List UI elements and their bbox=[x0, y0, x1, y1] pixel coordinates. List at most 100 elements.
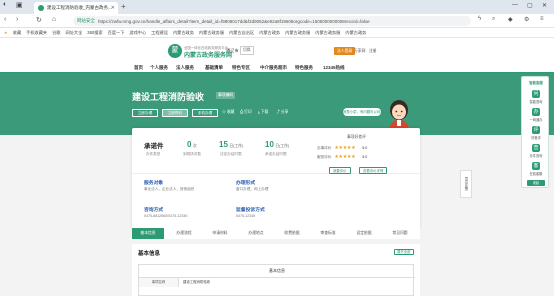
info-card: 承诺件 办件类型 0 次 到现场次数 15 日(工作) 法定办结时限 10 日(… bbox=[132, 128, 420, 228]
tab-materials[interactable]: 申请材料 bbox=[204, 228, 236, 239]
bookmark-item[interactable]: 手机收藏夹 bbox=[26, 30, 47, 36]
print-button[interactable]: ⎙ 打印 bbox=[240, 110, 252, 115]
apply-now-button[interactable]: 立即办理 bbox=[132, 109, 158, 117]
bookmark-item[interactable]: 百度一下 bbox=[108, 30, 125, 36]
bookmark-item[interactable]: 收藏 bbox=[13, 30, 21, 36]
nav-hotline[interactable]: 12345热线 bbox=[323, 65, 345, 71]
sidebar-item-label: 一网通办 bbox=[529, 118, 543, 122]
consult-icon: 问 bbox=[532, 90, 540, 98]
eval-label: 办事评价 bbox=[317, 145, 332, 150]
maximize-icon[interactable]: ▢ bbox=[527, 2, 533, 9]
back-icon[interactable]: ‹ bbox=[4, 16, 6, 23]
more-menu-icon[interactable]: ≡ bbox=[540, 16, 544, 22]
tab-close-icon[interactable]: ✕ bbox=[111, 5, 115, 11]
bookmark-item[interactable]: 网址大全 bbox=[66, 30, 83, 36]
url-field[interactable]: 网站安全 https://zwfw.nmg.gov.cn/handle_affa… bbox=[73, 16, 471, 26]
settings-icon[interactable]: ⚙ bbox=[524, 16, 529, 23]
print-label: 打印 bbox=[244, 110, 252, 114]
bolt-icon[interactable]: ϟ bbox=[478, 16, 481, 22]
tab-basic-info[interactable]: 基本信息 bbox=[132, 228, 164, 239]
nav-special-service[interactable]: 特色服务 bbox=[295, 65, 313, 71]
bookmark-item[interactable]: 内蒙古政务服 bbox=[199, 30, 224, 36]
stat-legal-unit: 日(工作) bbox=[229, 144, 244, 148]
bookmark-item[interactable]: 游戏中心 bbox=[129, 30, 146, 36]
minimize-icon[interactable]: — bbox=[512, 2, 518, 8]
hero-banner bbox=[0, 73, 554, 135]
appointment-button[interactable]: 立即预约 bbox=[162, 109, 188, 117]
sidebar-item-service[interactable]: 办 一网通办 bbox=[522, 108, 550, 122]
nav-agency-market[interactable]: 中介服务超市 bbox=[260, 65, 287, 71]
site-name[interactable]: 内蒙古政务服务网 bbox=[184, 50, 232, 59]
table-caption: 基本信息 bbox=[269, 268, 285, 273]
browser-tab-bar: ◐ ▣ 建设工程消防验收_内蒙古政务... ✕ + — ▢ ✕ bbox=[0, 0, 554, 14]
rate-button[interactable]: 我要评价 bbox=[329, 167, 351, 174]
site-logo[interactable]: 蒙 bbox=[168, 44, 182, 58]
share-button[interactable]: ⤴ 分享 bbox=[276, 110, 288, 115]
download-button[interactable]: ⤓ 下载 bbox=[258, 110, 268, 115]
star-rating-icon: ★★★★★ bbox=[334, 145, 356, 151]
sidebar-item-support[interactable]: 客 在线客服 bbox=[522, 162, 550, 176]
sidebar-item-rating[interactable]: 评 好差评 bbox=[522, 126, 550, 140]
nav-legal[interactable]: 法人服务 bbox=[176, 65, 194, 71]
extension-icon[interactable]: ◆ bbox=[508, 16, 513, 23]
evaluation-panel: 事项好差评 办事评价 ★★★★★ 5.0 服务评价 ★★★★★ 5.0 我要评价… bbox=[307, 132, 417, 174]
mobile-apply-button[interactable]: 手机办理 bbox=[192, 109, 218, 117]
sidebar-collapse-button[interactable]: 收起 bbox=[527, 180, 545, 186]
tab-location[interactable]: 办理地点 bbox=[240, 228, 272, 239]
assistant-avatar-icon[interactable] bbox=[384, 98, 414, 132]
home-icon[interactable]: ⌂ bbox=[52, 16, 56, 23]
bookmark-item[interactable]: 工程建设 bbox=[151, 30, 168, 36]
browser-tab[interactable]: 建设工程消防验收_内蒙古政务... ✕ bbox=[34, 2, 118, 14]
tab-list-icon[interactable]: ▣ bbox=[16, 1, 23, 9]
feedback-tab[interactable]: 意见反馈 bbox=[460, 170, 472, 198]
search-icon[interactable]: ⌕ bbox=[492, 16, 495, 23]
favorite-label: 收藏 bbox=[226, 110, 235, 114]
nav-home[interactable]: 首页 bbox=[134, 65, 143, 71]
site-favicon-icon bbox=[38, 5, 44, 11]
address-bar-row: ‹ › ↻ ⌂ 网站安全 https://zwfw.nmg.gov.cn/han… bbox=[0, 14, 554, 28]
tab-standards[interactable]: 审查标准 bbox=[312, 228, 344, 239]
browser-menu-icon[interactable]: ◐ bbox=[3, 1, 7, 8]
expand-all-button[interactable]: 展开全部 bbox=[394, 249, 414, 255]
bookmark-item[interactable]: 谷歌 bbox=[52, 30, 60, 36]
sidebar-item-query[interactable]: 查 办件查询 bbox=[522, 144, 550, 158]
tab-faq[interactable]: 常见问题 bbox=[384, 228, 416, 239]
doc-type-label: 办件类型 bbox=[146, 152, 161, 156]
bookmark-item[interactable]: 360搜索 bbox=[87, 30, 102, 36]
tab-fees[interactable]: 收费依据 bbox=[276, 228, 308, 239]
download-label: 下载 bbox=[260, 110, 269, 114]
tab-title: 建设工程消防验收_内蒙古政务... bbox=[47, 5, 112, 10]
secure-badge: 网站安全 bbox=[77, 18, 95, 23]
nav-basic-list[interactable]: 基础清单 bbox=[205, 65, 223, 71]
sidebar-item-consult[interactable]: 问 智能咨询 bbox=[522, 90, 550, 104]
new-tab-button[interactable]: + bbox=[121, 2, 126, 11]
tab-process[interactable]: 办理流程 bbox=[168, 228, 200, 239]
assistant-bubble[interactable]: 我是小蒙，有问题可以问我 bbox=[343, 108, 384, 116]
handling-form-title: 办理形式 bbox=[236, 181, 256, 186]
stat-promise-unit: 日(工作) bbox=[275, 144, 290, 148]
nav-special-zone[interactable]: 特色专区 bbox=[232, 65, 250, 71]
section-heading: 基本信息 bbox=[138, 251, 161, 257]
service-icon: 办 bbox=[532, 108, 540, 116]
region-switch[interactable]: 切换 bbox=[240, 46, 254, 55]
sidebar-item-label: 办件查询 bbox=[529, 154, 543, 158]
stat-visits-num: 0 bbox=[187, 140, 192, 149]
reload-icon[interactable]: ↻ bbox=[36, 16, 42, 24]
bookmark-item[interactable]: 内蒙古政务 bbox=[173, 30, 194, 36]
bookmark-item[interactable]: 内蒙古政务服 bbox=[285, 30, 310, 36]
bookmark-item[interactable]: 内蒙古政务 bbox=[345, 30, 366, 36]
close-window-icon[interactable]: ✕ bbox=[542, 2, 547, 9]
bookmarks-bar: ★ 收藏 手机收藏夹 谷歌 网址大全 360搜索 百度一下 游戏中心 工程建设 内蒙古政务 内蒙古… bbox=[0, 28, 554, 38]
region-label: 通辽市 bbox=[226, 48, 239, 53]
bookmark-item[interactable]: 内蒙古政务 bbox=[259, 30, 280, 36]
view-ratings-button[interactable]: 查看评价详情 bbox=[359, 167, 388, 174]
nav-personal[interactable]: 个人服务 bbox=[150, 65, 168, 71]
bookmark-item[interactable]: 内蒙古政务服 bbox=[315, 30, 340, 36]
register-link[interactable]: 注册 bbox=[366, 47, 380, 55]
stat-promise-label: 承诺办结时限 bbox=[265, 152, 287, 156]
tab-basis[interactable]: 设定依据 bbox=[348, 228, 380, 239]
favorite-button[interactable]: ☆ 收藏 bbox=[222, 110, 234, 115]
eval-row-service: 服务评价 ★★★★★ 5.0 bbox=[317, 154, 367, 160]
bookmark-item[interactable]: 内蒙古自治区 bbox=[229, 30, 254, 36]
forward-icon[interactable]: › bbox=[16, 16, 18, 23]
